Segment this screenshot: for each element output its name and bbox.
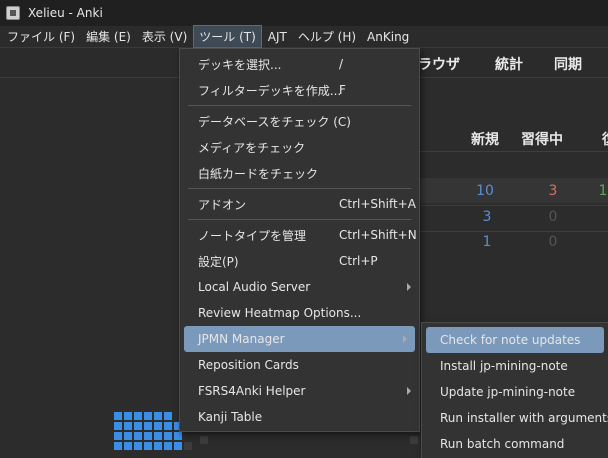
menu-file[interactable]: ファイル (F) [2, 26, 80, 47]
anki-app-icon [6, 6, 20, 20]
table-row-highlight [420, 178, 608, 203]
menu-view[interactable]: 表示 (V) [137, 26, 192, 47]
menu-item-kanji-table[interactable]: Kanji Table [180, 404, 419, 430]
table-divider [420, 151, 608, 152]
toolbar-stats-link[interactable]: 統計 [495, 54, 523, 74]
menu-item-reposition-cards[interactable]: Reposition Cards [180, 352, 419, 378]
window-title: Xelieu - Anki [28, 6, 103, 20]
table-divider [420, 205, 608, 206]
heatmap-cell [174, 432, 182, 440]
deck-row-1-review: 1 [598, 183, 608, 199]
heatmap-cell [134, 412, 142, 420]
menu-separator [188, 219, 411, 220]
submenu-arrow-icon [407, 387, 411, 395]
heatmap-cell [114, 442, 122, 450]
deck-row-1-new: 10 [476, 183, 494, 199]
menu-item-local-audio-server[interactable]: Local Audio Server [180, 274, 419, 300]
submenu-item-update[interactable]: Update jp-mining-note [422, 379, 608, 405]
toolbar-sync-link[interactable]: 同期 [554, 54, 582, 74]
heatmap-cell [410, 436, 418, 444]
menu-item-select-deck[interactable]: デッキを選択... / [180, 51, 419, 77]
table-divider [420, 231, 608, 232]
heatmap-cell [134, 422, 142, 430]
heatmap-cell [114, 422, 122, 430]
menu-item-addons[interactable]: アドオン Ctrl+Shift+A [180, 191, 419, 217]
menu-item-review-heatmap-options[interactable]: Review Heatmap Options... [180, 300, 419, 326]
heatmap-cell [134, 442, 142, 450]
deck-row-2-new: 3 [482, 209, 492, 225]
submenu-arrow-icon [403, 335, 407, 343]
column-header-new: 新規 [471, 132, 499, 148]
submenu-item-run-batch[interactable]: Run batch command [422, 431, 608, 457]
menu-anking[interactable]: AnKing [362, 28, 414, 46]
heatmap-cell [124, 422, 132, 430]
heatmap-cell [114, 432, 122, 440]
deck-row-3-learning: 0 [548, 234, 558, 250]
heatmap-cell [124, 412, 132, 420]
column-header-review-partial: 復 [602, 129, 608, 149]
heatmap-cell [164, 422, 172, 430]
submenu-item-install[interactable]: Install jp-mining-note [422, 353, 608, 379]
deck-row-1-learning: 3 [548, 183, 558, 199]
heatmap-cell [200, 436, 208, 444]
heatmap-cell [154, 432, 162, 440]
heatmap-cell [144, 442, 152, 450]
heatmap-cell [164, 412, 172, 420]
submenu-item-run-installer-args[interactable]: Run installer with arguments [422, 405, 608, 431]
heatmap-cell [154, 442, 162, 450]
heatmap-cell [134, 432, 142, 440]
menu-help[interactable]: ヘルプ (H) [293, 26, 361, 47]
deck-row-3-new: 1 [482, 234, 492, 250]
menu-item-manage-note-types[interactable]: ノートタイプを管理 Ctrl+Shift+N [180, 222, 419, 248]
heatmap-cell [164, 432, 172, 440]
title-bar: Xelieu - Anki [0, 0, 608, 26]
heatmap-cell [184, 442, 192, 450]
menu-item-preferences[interactable]: 設定(P) Ctrl+P [180, 248, 419, 274]
heatmap-cell [124, 442, 132, 450]
menu-item-empty-cards[interactable]: 白紙カードをチェック [180, 160, 419, 186]
menu-bar: ファイル (F) 編集 (E) 表示 (V) ツール (T) AJT ヘルプ (… [0, 25, 608, 48]
heatmap-cell [164, 442, 172, 450]
menu-item-fsrs4anki-helper[interactable]: FSRS4Anki Helper [180, 378, 419, 404]
heatmap-cell [144, 412, 152, 420]
heatmap-cell [114, 412, 122, 420]
heatmap-cell [144, 422, 152, 430]
deck-row-2-learning: 0 [548, 209, 558, 225]
heatmap-cell [154, 422, 162, 430]
menu-separator [188, 105, 411, 106]
tools-menu: デッキを選択... / フィルターデッキを作成... F データベースをチェック… [179, 48, 420, 432]
heatmap-cell [124, 432, 132, 440]
menu-item-check-media[interactable]: メディアをチェック [180, 134, 419, 160]
column-header-learning: 習得中 [521, 132, 563, 148]
heatmap-cell [154, 412, 162, 420]
heatmap-cell [144, 432, 152, 440]
submenu-arrow-icon [407, 283, 411, 291]
menu-separator [188, 188, 411, 189]
menu-tools[interactable]: ツール (T) [193, 25, 262, 48]
submenu-item-check-updates[interactable]: Check for note updates [426, 327, 604, 353]
jpmn-submenu: Check for note updates Install jp-mining… [421, 322, 608, 458]
menu-item-jpmn-manager[interactable]: JPMN Manager [184, 326, 415, 352]
menu-ajt[interactable]: AJT [263, 28, 292, 46]
toolbar-browse-link[interactable]: ラウザ [418, 54, 460, 74]
heatmap-cell [174, 442, 182, 450]
menu-edit[interactable]: 編集 (E) [81, 26, 136, 47]
menu-item-create-filtered-deck[interactable]: フィルターデッキを作成... F [180, 77, 419, 103]
menu-item-check-database[interactable]: データベースをチェック (C) [180, 108, 419, 134]
